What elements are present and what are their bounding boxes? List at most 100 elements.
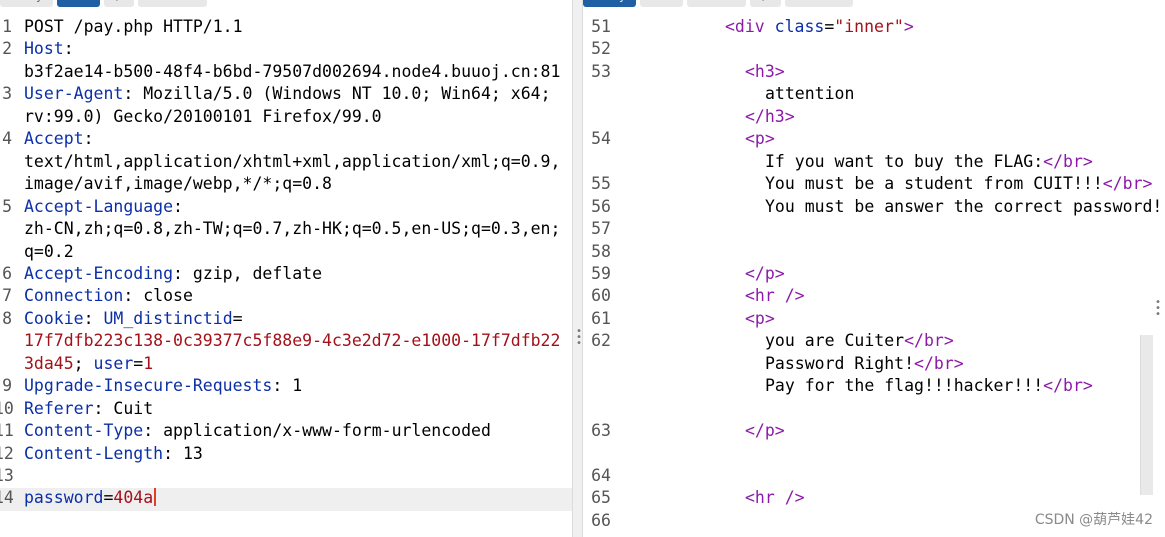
line-number: 54 (591, 129, 611, 149)
code-token: > (903, 17, 914, 36)
code-token: password (24, 488, 104, 508)
response-line[interactable]: 61 <p> (583, 309, 1165, 332)
code-token: attention (765, 84, 855, 104)
request-line-text: 3da45; user=1 (24, 354, 153, 373)
response-line[interactable]: attention (583, 84, 1165, 107)
response-tab-label: \n (760, 0, 771, 3)
request-line-text: 17f7dfb223c138-0c39377c5f88e9-4c3e2d72-e… (24, 331, 560, 350)
code-token: Host (24, 39, 64, 59)
response-line[interactable]: 65 <hr /> (583, 488, 1165, 511)
line-number: 7 (2, 286, 12, 306)
request-line[interactable]: 10 Referer: Cuit (0, 399, 572, 422)
response-line-text: <hr /> (745, 286, 805, 305)
code-token: <p> (745, 129, 775, 149)
panel-resize-icon[interactable]: • • • (1155, 298, 1161, 320)
response-line[interactable]: </h3> (583, 107, 1165, 130)
response-line[interactable] (583, 399, 1165, 422)
response-line[interactable]: If you want to buy the FLAG:</br> (583, 152, 1165, 175)
code-token: Accept-Language (24, 196, 174, 216)
request-line[interactable]: 9 Upgrade-Insecure-Requests: 1 (0, 376, 572, 399)
response-line[interactable]: Password Right!</br> (583, 354, 1165, 377)
request-line[interactable]: 17f7dfb223c138-0c39377c5f88e9-4c3e2d72-e… (0, 331, 572, 354)
request-line[interactable]: 7 Connection: close (0, 286, 572, 309)
request-tab-2[interactable]: \n (103, 0, 135, 7)
line-number: 56 (591, 196, 611, 216)
response-line[interactable]: 57 (583, 219, 1165, 242)
request-line[interactable]: image/avif,image/webp,*/*;q=0.8 (0, 174, 572, 197)
response-line[interactable]: 64 (583, 466, 1165, 489)
request-line[interactable]: 6 Accept-Encoding: gzip, deflate (0, 264, 572, 287)
request-line[interactable]: text/html,application/xhtml+xml,applicat… (0, 152, 572, 175)
response-line[interactable]: 51 <div class="inner"> (583, 17, 1165, 40)
code-token: Referer (24, 398, 94, 418)
response-tab-0[interactable]: Pretty (583, 0, 636, 7)
response-tab-2[interactable]: Render (686, 0, 746, 7)
response-tab-4[interactable]: Actions ▾ (784, 0, 854, 7)
line-number: 59 (591, 263, 611, 283)
request-line[interactable]: 13 (0, 466, 572, 489)
response-tab-1[interactable]: Raw (639, 0, 683, 7)
line-number: 9 (2, 376, 12, 396)
code-token: class (774, 17, 825, 36)
request-tab-3[interactable]: Actions ▾ (138, 0, 208, 7)
code-token: = (133, 353, 144, 373)
response-line[interactable]: 60 <hr /> (583, 286, 1165, 309)
request-line[interactable]: 8 Cookie: UM_distinctid= (0, 309, 572, 332)
response-pane[interactable]: Pretty Raw Render \n Actions ▾ 51 <div class="… (583, 0, 1165, 537)
response-line-text: <p> (745, 129, 775, 148)
response-line[interactable] (583, 444, 1165, 467)
response-scrollbar[interactable] (1140, 335, 1153, 495)
response-line[interactable]: 62 you are Cuiter</br> (583, 331, 1165, 354)
request-tab-0[interactable]: Pretty (0, 0, 53, 7)
response-tab-3[interactable]: \n (749, 0, 781, 7)
code-token: 3da45 (24, 353, 74, 373)
pane-splitter[interactable]: • • • (572, 0, 583, 537)
response-line-text: attention (765, 84, 854, 103)
response-line[interactable]: 52 (583, 39, 1165, 62)
line-number: 64 (591, 466, 611, 485)
request-view-tabs: Pretty Raw \n Actions ▾ (0, 0, 208, 7)
code-token: 17f7dfb223c138-0c39377c5f88e9-4c3e2d72-e… (24, 331, 561, 351)
code-token: <hr /> (745, 286, 805, 306)
response-line[interactable]: 63 </p> (583, 421, 1165, 444)
response-line[interactable]: Pay for the flag!!!hacker!!!</br> (583, 376, 1165, 399)
response-line[interactable]: 56 You must be answer the correct passwor… (583, 197, 1165, 220)
request-tab-1[interactable]: Raw (56, 0, 100, 7)
request-line-text: text/html,application/xhtml+xml,applicat… (24, 152, 560, 171)
response-line-text: </h3> (745, 107, 795, 126)
request-line[interactable]: 3da45; user=1 (0, 354, 572, 377)
code-token: = (103, 488, 114, 508)
request-line-text: Accept-Encoding: gzip, deflate (24, 264, 322, 283)
request-line[interactable]: 5 Accept-Language: (0, 197, 572, 220)
request-line[interactable]: 12 Content-Length: 13 (0, 444, 572, 467)
request-line[interactable]: q=0.2 (0, 242, 572, 265)
code-token: </br> (1043, 376, 1093, 396)
request-line[interactable]: 14 password=404a (0, 488, 572, 511)
request-pane[interactable]: Pretty Raw \n Actions ▾ 1 POST /pay.php HTTP/… (0, 0, 572, 537)
response-line[interactable]: 58 (583, 242, 1165, 265)
request-line[interactable]: 2 Host: (0, 39, 572, 62)
code-token: ; (73, 353, 94, 373)
line-number: 60 (591, 286, 611, 306)
code-token: : Cuit (93, 398, 154, 418)
response-line[interactable]: 59 </p> (583, 264, 1165, 287)
request-line-text: Referer: Cuit (24, 399, 153, 418)
code-token: : 13 (163, 443, 203, 463)
splitter-grip-icon[interactable]: • • • (576, 327, 582, 349)
request-line-text: q=0.2 (24, 242, 74, 261)
response-line[interactable]: 53 <h3> (583, 62, 1165, 85)
response-line[interactable]: 55 You must be a student from CUIT!!!</br… (583, 174, 1165, 197)
request-line-text: Accept-Language: (24, 197, 183, 216)
request-line[interactable]: 11 Content-Type: application/x-www-form-u… (0, 421, 572, 444)
request-line[interactable]: zh-CN,zh;q=0.8,zh-TW;q=0.7,zh-HK;q=0.5,e… (0, 219, 572, 242)
response-line[interactable]: 54 <p> (583, 129, 1165, 152)
code-token: b3f2ae14-b500-48f4-b6bd-79507d002694.nod… (24, 61, 561, 81)
request-line[interactable]: b3f2ae14-b500-48f4-b6bd-79507d002694.nod… (0, 62, 572, 85)
request-line[interactable]: 4 Accept: (0, 129, 572, 152)
request-line[interactable]: 3 User-Agent: Mozilla/5.0 (Windows NT 10.… (0, 84, 572, 107)
request-line[interactable]: 1 POST /pay.php HTTP/1.1 (0, 17, 572, 40)
request-tab-label: \n (114, 0, 125, 3)
line-number: 14 (0, 488, 14, 508)
code-token: image/avif,image/webp,*/*;q=0.8 (24, 174, 332, 194)
request-line[interactable]: rv:99.0) Gecko/20100101 Firefox/99.0 (0, 107, 572, 130)
